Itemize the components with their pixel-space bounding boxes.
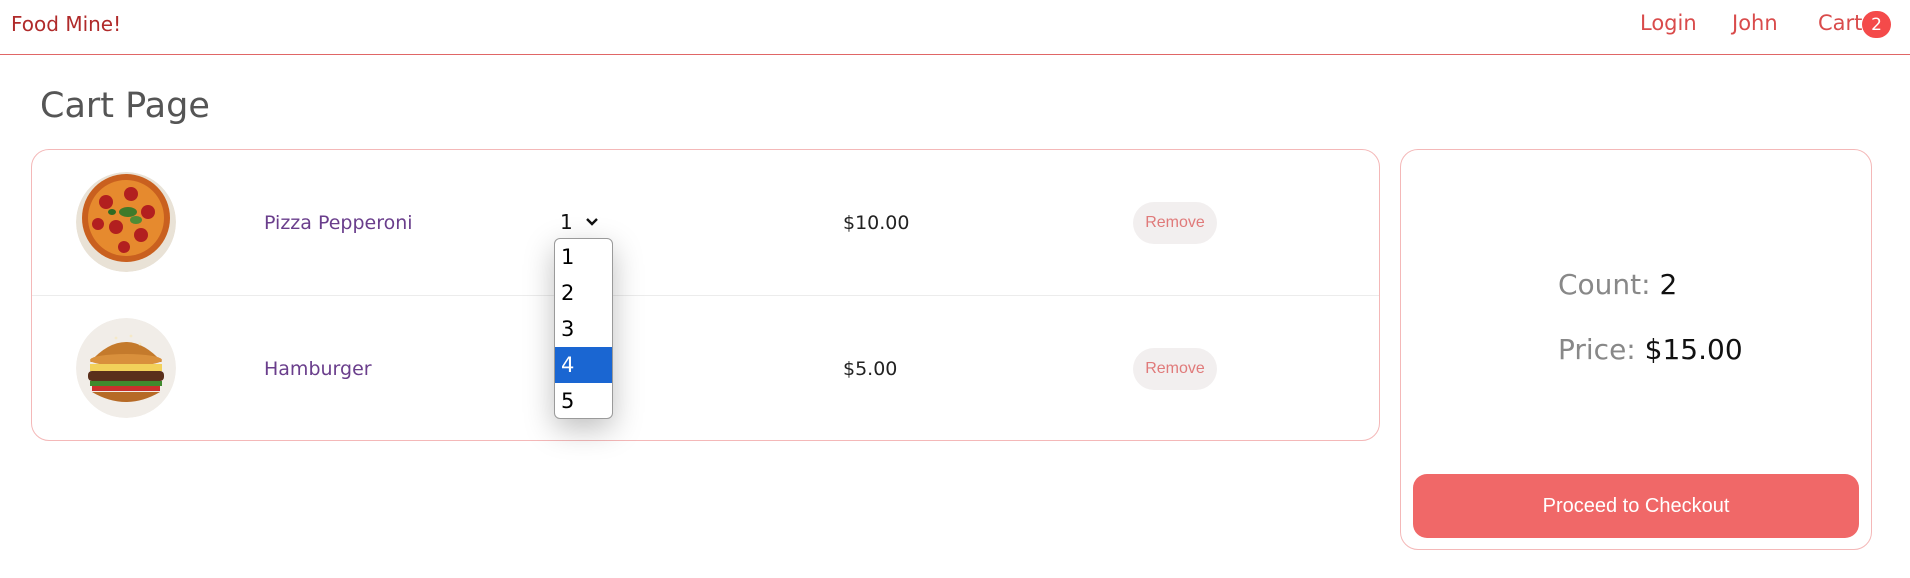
dropdown-option[interactable]: 1 xyxy=(555,239,612,275)
item-price: $10.00 xyxy=(843,212,910,234)
dropdown-option[interactable]: 5 xyxy=(555,383,612,418)
quantity-value: 1 xyxy=(560,210,573,234)
item-name[interactable]: Hamburger xyxy=(264,358,372,380)
price-label: Price: xyxy=(1558,333,1636,366)
cart-item-row: Pizza Pepperoni 1 $10.00 Remove xyxy=(32,150,1379,296)
count-value: 2 xyxy=(1659,268,1678,301)
quantity-dropdown-menu: 1 2 3 4 5 xyxy=(554,238,613,419)
chevron-down-icon xyxy=(585,218,598,226)
summary-count: Count: 2 xyxy=(1558,268,1677,301)
pizza-image[interactable] xyxy=(76,172,176,272)
nav-user-link[interactable]: John xyxy=(1732,11,1778,35)
top-header: Food Mine! Login John Cart 2 xyxy=(0,0,1910,55)
dropdown-option[interactable]: 3 xyxy=(555,311,612,347)
cart-item-list: Pizza Pepperoni 1 $10.00 Remove Hamburge… xyxy=(31,149,1380,441)
cart-item-row: Hamburger $5.00 Remove xyxy=(32,296,1379,442)
brand-logo[interactable]: Food Mine! xyxy=(11,12,121,36)
remove-button[interactable]: Remove xyxy=(1133,202,1217,244)
nav-login-link[interactable]: Login xyxy=(1640,11,1697,35)
item-price: $5.00 xyxy=(843,358,898,380)
nav-cart-link[interactable]: Cart xyxy=(1818,11,1862,35)
remove-button[interactable]: Remove xyxy=(1133,348,1217,390)
cart-count-badge: 2 xyxy=(1862,11,1891,38)
quantity-select[interactable]: 1 xyxy=(560,210,599,234)
proceed-to-checkout-button[interactable]: Proceed to Checkout xyxy=(1413,474,1859,538)
dropdown-option-highlighted[interactable]: 4 xyxy=(555,347,612,383)
hamburger-image[interactable] xyxy=(76,318,176,418)
page-title: Cart Page xyxy=(40,86,210,126)
dropdown-option[interactable]: 2 xyxy=(555,275,612,311)
item-name[interactable]: Pizza Pepperoni xyxy=(264,212,413,234)
summary-price: Price: $15.00 xyxy=(1558,333,1743,366)
cart-summary: Count: 2 Price: $15.00 Proceed to Checko… xyxy=(1400,149,1872,550)
count-label: Count: xyxy=(1558,268,1651,301)
price-value: $15.00 xyxy=(1644,333,1743,366)
